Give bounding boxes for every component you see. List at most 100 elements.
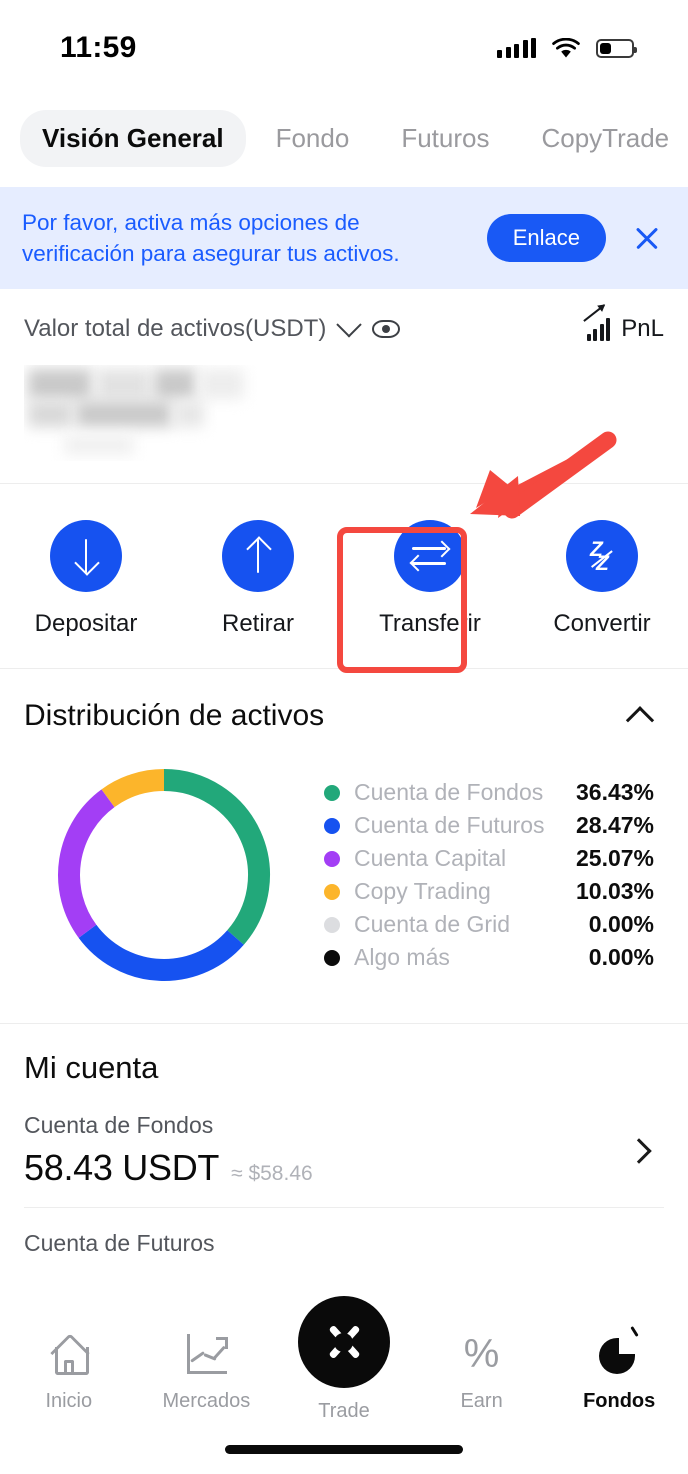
- distribution-title: Distribución de activos: [24, 699, 325, 733]
- chevron-right-icon[interactable]: [626, 1137, 652, 1164]
- pnl-button[interactable]: PnL: [583, 304, 664, 343]
- legend-label: Copy Trading: [354, 878, 491, 905]
- legend-label: Cuenta de Fondos: [354, 779, 544, 806]
- legend-item: Cuenta de Grid 0.00%: [324, 911, 654, 938]
- donut-segment: [101, 769, 165, 808]
- status-bar: 11:59: [0, 0, 688, 96]
- arrow-down-icon: [50, 520, 122, 593]
- account-row-fondos[interactable]: Cuenta de Fondos 58.43 USDT ≈ $58.46: [24, 1086, 664, 1207]
- action-label: Convertir: [553, 610, 651, 638]
- percent-icon: %: [463, 1332, 500, 1376]
- banner-message: Por favor, activa más opciones de verifi…: [22, 210, 400, 267]
- convert-zigzag-icon: ZZ: [566, 520, 638, 593]
- legend-label: Algo más: [354, 944, 450, 971]
- my-account-title: Mi cuenta: [24, 1050, 159, 1086]
- legend-item: Cuenta de Futuros 28.47%: [324, 812, 654, 839]
- arrow-up-icon: [222, 520, 294, 593]
- legend-color-dot: [324, 949, 340, 966]
- wifi-icon: [552, 37, 580, 57]
- tab-bar: Visión General Fondo Futuros CopyTrade: [0, 96, 688, 187]
- status-icons: [497, 37, 637, 59]
- verification-banner: Por favor, activa más opciones de verifi…: [0, 187, 688, 290]
- distribution-header[interactable]: Distribución de activos: [24, 699, 664, 735]
- action-label: Depositar: [34, 610, 138, 638]
- legend-value: 36.43%: [575, 779, 654, 806]
- pnl-label: PnL: [621, 315, 664, 343]
- tab-vision-general[interactable]: Visión General: [20, 110, 246, 167]
- action-depositar[interactable]: Depositar: [0, 520, 172, 638]
- account-name: Cuenta de Fondos: [24, 1112, 214, 1139]
- tab-copytrade[interactable]: CopyTrade: [519, 110, 688, 167]
- nav-label: Mercados: [162, 1390, 251, 1412]
- pie-chart-icon: [597, 1326, 641, 1378]
- legend-item: Copy Trading 10.03%: [324, 878, 654, 905]
- close-icon[interactable]: [630, 221, 664, 255]
- chevron-down-icon[interactable]: [336, 312, 363, 338]
- signal-bars-icon: [497, 38, 536, 58]
- legend-label: Cuenta de Futuros: [354, 812, 545, 839]
- donut-segment: [163, 769, 270, 945]
- legend-value: 0.00%: [588, 911, 654, 938]
- hidden-balance-value: [24, 365, 284, 461]
- action-retirar[interactable]: Retirar: [172, 520, 344, 638]
- account-name: Cuenta de Futuros: [24, 1230, 215, 1257]
- legend-item: Algo más 0.00%: [324, 944, 654, 971]
- legend-color-dot: [324, 883, 340, 900]
- legend-item: Cuenta de Fondos 36.43%: [324, 779, 654, 806]
- asset-distribution-section: Distribución de activos Cuenta de Fondos…: [0, 669, 688, 1009]
- donut-segment: [58, 789, 115, 938]
- total-assets-header: Valor total de activos(USDT) PnL: [24, 304, 664, 343]
- nav-label: Trade: [318, 1400, 370, 1422]
- my-account-section: Mi cuenta Cuenta de Fondos 58.43 USDT ≈ …: [0, 1024, 688, 1257]
- account-amount: 58.43 USDT: [24, 1147, 220, 1189]
- market-chart-icon: [185, 1330, 229, 1378]
- donut-chart-svg: [58, 769, 270, 982]
- action-label: Transferir: [379, 610, 481, 638]
- donut-segment: [78, 924, 244, 982]
- distribution-body: Cuenta de Fondos 36.43% Cuenta de Futuros 2…: [24, 755, 664, 995]
- nav-label: Inicio: [45, 1390, 93, 1412]
- tab-futuros[interactable]: Futuros: [379, 110, 511, 167]
- home-icon: [49, 1330, 89, 1378]
- action-transferir[interactable]: Transferir: [344, 520, 516, 638]
- nav-item-mercados[interactable]: Mercados: [138, 1330, 276, 1413]
- nav-label: Fondos: [583, 1390, 656, 1412]
- chevron-up-icon[interactable]: [625, 706, 655, 735]
- swap-arrows-icon: [394, 520, 466, 593]
- nav-item-inicio[interactable]: Inicio: [0, 1330, 138, 1413]
- legend-label: Cuenta de Grid: [354, 911, 510, 938]
- legend-value: 25.07%: [575, 845, 654, 872]
- legend-color-dot: [324, 850, 340, 867]
- legend-color-dot: [324, 916, 340, 933]
- account-usd-value: ≈ $58.46: [231, 1162, 313, 1186]
- home-indicator: [225, 1445, 463, 1454]
- eye-visibility-icon[interactable]: [372, 320, 401, 339]
- legend-label: Cuenta Capital: [354, 845, 507, 872]
- banner-link-button[interactable]: Enlace: [486, 214, 606, 263]
- legend-item: Cuenta Capital 25.07%: [324, 845, 654, 872]
- nav-label: Earn: [460, 1390, 503, 1412]
- trending-up-chart-icon: [583, 304, 611, 342]
- total-assets-section: Valor total de activos(USDT) PnL: [0, 289, 688, 461]
- legend-color-dot: [324, 784, 340, 801]
- trade-x-logo-icon: [297, 1296, 390, 1388]
- legend-value: 0.00%: [588, 944, 654, 971]
- battery-low-icon: [596, 38, 637, 58]
- account-info: Cuenta de Fondos 58.43 USDT ≈ $58.46: [24, 1112, 630, 1189]
- donut-chart: [24, 755, 304, 995]
- status-time: 11:59: [60, 31, 137, 64]
- account-amount-row: 58.43 USDT ≈ $58.46: [24, 1147, 630, 1189]
- legend-value: 10.03%: [575, 878, 654, 905]
- tab-fondo[interactable]: Fondo: [254, 110, 372, 167]
- legend-value: 28.47%: [575, 812, 654, 839]
- quick-actions-row: Depositar Retirar Transferir ZZ Converti…: [0, 484, 688, 668]
- nav-item-trade[interactable]: Trade: [275, 1296, 413, 1423]
- nav-item-earn[interactable]: % Earn: [413, 1330, 551, 1413]
- nav-item-fondos[interactable]: Fondos: [550, 1326, 688, 1413]
- action-label: Retirar: [221, 610, 294, 638]
- action-convertir[interactable]: ZZ Convertir: [516, 520, 688, 638]
- total-assets-label: Valor total de activos(USDT): [24, 315, 327, 343]
- legend-color-dot: [324, 817, 340, 834]
- account-row-futuros[interactable]: Cuenta de Futuros: [24, 1208, 664, 1257]
- distribution-legend: Cuenta de Fondos 36.43% Cuenta de Futuros 2…: [324, 779, 664, 971]
